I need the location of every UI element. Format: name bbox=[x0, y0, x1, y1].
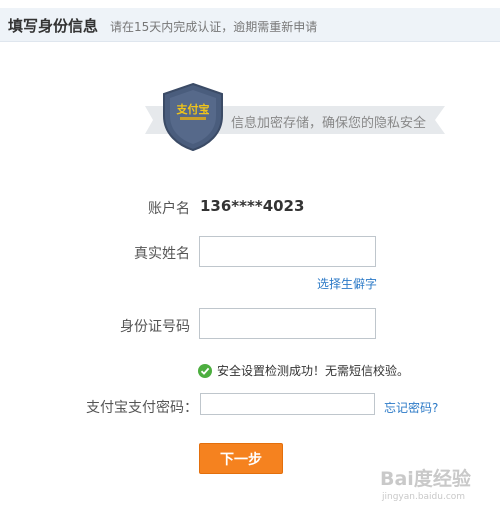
paypwd-input[interactable] bbox=[200, 393, 375, 415]
forgot-password-link[interactable]: 忘记密码? bbox=[384, 399, 438, 416]
realname-input[interactable] bbox=[199, 236, 376, 267]
page-title: 填写身份信息 bbox=[8, 17, 99, 35]
account-label: 账户名 bbox=[148, 201, 190, 217]
watermark-url: jingyan.baidu.com bbox=[382, 492, 466, 502]
security-shield-icon: 支付宝 bbox=[163, 82, 223, 152]
idcard-label: 身份证号码 bbox=[120, 319, 190, 335]
shield-logo-text: 支付宝 bbox=[176, 102, 210, 116]
security-status: 安全设置检测成功！无需短信校验。 bbox=[198, 362, 409, 379]
privacy-banner-text: 信息加密存储，确保您的隐私安全 bbox=[231, 116, 427, 131]
paypwd-label: 支付宝支付密码： bbox=[86, 400, 198, 416]
page-header: 填写身份信息 请在15天内完成认证，逾期需重新申请 bbox=[0, 8, 500, 42]
watermark-brand: Bai度经验 bbox=[380, 468, 471, 490]
security-status-text: 安全设置检测成功！无需短信校验。 bbox=[217, 364, 410, 378]
next-step-button[interactable]: 下一步 bbox=[199, 443, 283, 474]
rare-char-link[interactable]: 选择生僻字 bbox=[317, 275, 377, 292]
page-subtitle: 请在15天内完成认证，逾期需重新申请 bbox=[110, 20, 318, 34]
realname-label: 真实姓名 bbox=[134, 246, 190, 262]
baidu-watermark: Bai度经验 jingyan.baidu.com bbox=[380, 462, 492, 508]
check-icon bbox=[198, 363, 212, 378]
account-value: 136****4023 bbox=[200, 197, 305, 215]
idcard-input[interactable] bbox=[199, 308, 376, 339]
